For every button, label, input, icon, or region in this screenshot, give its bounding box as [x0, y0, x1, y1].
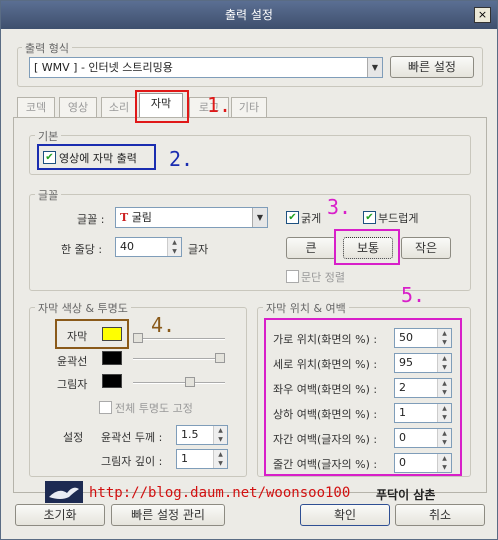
settings-label: 설정: [63, 431, 84, 444]
spin-down-icon[interactable]: ▼: [214, 459, 227, 468]
spin-up-icon[interactable]: ▲: [168, 238, 181, 247]
close-button[interactable]: ×: [474, 7, 491, 23]
all-opacity-label: 전체 투명도 고정: [115, 402, 193, 415]
bold-checkbox[interactable]: ✔: [286, 211, 299, 224]
shadow-depth-label: 그림자 깊이 :: [101, 455, 163, 468]
chevron-down-icon[interactable]: ▼: [367, 58, 382, 77]
cancel-button[interactable]: 취소: [395, 504, 485, 526]
shadow-depth-input[interactable]: 1 ▲ ▼: [176, 449, 228, 469]
tab-etc[interactable]: 기타: [231, 97, 267, 117]
ok-button[interactable]: 확인: [300, 504, 390, 526]
highlight-box-3: [334, 229, 400, 265]
subtitle-opacity-slider[interactable]: [133, 338, 225, 340]
output-format-title: 출력 형식: [22, 40, 72, 56]
watermark-name: 푸닥이 삼촌: [376, 488, 436, 502]
smooth-checkbox[interactable]: ✔: [363, 211, 376, 224]
outline-thickness-input[interactable]: 1.5 ▲ ▼: [176, 425, 228, 445]
output-settings-dialog: 출력 설정 × 출력 형식 [ WMV ] - 인터넷 스트리밍용 ▼ 빠른 설…: [0, 0, 498, 540]
shadow-color-label: 그림자: [57, 378, 88, 391]
reset-button[interactable]: 초기화: [15, 504, 105, 526]
spin-down-icon[interactable]: ▼: [168, 247, 181, 256]
watermark-url: http://blog.daum.net/woonsoo100: [89, 485, 351, 501]
spin-buttons[interactable]: ▲ ▼: [213, 426, 227, 444]
outline-opacity-thumb[interactable]: [215, 353, 225, 363]
outline-color-label: 윤곽선: [57, 355, 88, 368]
subtitle-opacity-thumb[interactable]: [133, 333, 143, 343]
all-opacity-checkbox[interactable]: [99, 401, 112, 414]
annotation-5: 5.: [401, 283, 426, 307]
font-select[interactable]: T 굴림 ▼: [115, 207, 268, 228]
shadow-color-swatch[interactable]: [102, 374, 122, 388]
color-title: 자막 색상 & 투명도: [35, 300, 131, 316]
annotation-3: 3.: [327, 195, 352, 219]
bold-label: 굵게: [301, 212, 322, 225]
highlight-box-4: [55, 319, 129, 349]
position-title: 자막 위치 & 여백: [263, 300, 349, 316]
chars-per-line-label: 한 줄당 :: [61, 243, 103, 256]
spin-up-icon[interactable]: ▲: [214, 450, 227, 459]
font-label: 글꼴 :: [77, 213, 105, 226]
tab-audio[interactable]: 소리: [101, 97, 137, 117]
highlight-box-5: [264, 318, 462, 476]
quick-settings-button[interactable]: 빠른 설정: [390, 56, 474, 78]
spin-down-icon[interactable]: ▼: [214, 435, 227, 444]
annotation-1: 1.: [207, 93, 232, 117]
spin-up-icon[interactable]: ▲: [214, 426, 227, 435]
spin-buttons[interactable]: ▲ ▼: [167, 238, 181, 256]
annotation-4: 4.: [151, 313, 176, 337]
align-label: 문단 정렬: [301, 271, 345, 284]
chars-per-line-input[interactable]: 40 ▲ ▼: [115, 237, 182, 257]
shadow-opacity-thumb[interactable]: [185, 377, 195, 387]
highlight-box-2: [37, 144, 156, 170]
window-title: 출력 설정: [225, 8, 273, 22]
format-select[interactable]: [ WMV ] - 인터넷 스트리밍용 ▼: [29, 57, 383, 78]
highlight-box-1: [135, 90, 189, 123]
font-title: 글꼴: [35, 187, 62, 203]
font-value: 굴림: [131, 211, 152, 224]
tab-video[interactable]: 영상: [59, 97, 97, 117]
shadow-depth-value: 1: [181, 452, 188, 465]
annotation-2: 2.: [169, 147, 194, 171]
chars-unit-label: 글자: [188, 243, 209, 256]
spin-buttons[interactable]: ▲ ▼: [213, 450, 227, 468]
outline-color-swatch[interactable]: [102, 351, 122, 365]
watermark-bird-icon: [45, 481, 83, 503]
tab-codec[interactable]: 코덱: [17, 97, 55, 117]
basic-title: 기본: [35, 128, 62, 144]
chevron-down-icon[interactable]: ▼: [252, 208, 267, 227]
outline-thickness-value: 1.5: [181, 428, 199, 441]
outline-opacity-slider[interactable]: [133, 358, 225, 360]
format-value: [ WMV ] - 인터넷 스트리밍용: [34, 61, 173, 74]
shadow-opacity-slider[interactable]: [133, 382, 225, 384]
size-large-button[interactable]: 큰: [286, 237, 336, 259]
chars-per-line-value: 40: [120, 240, 134, 253]
size-small-button[interactable]: 작은: [401, 237, 451, 259]
outline-thickness-label: 윤곽선 두께 :: [101, 431, 163, 444]
truetype-icon: T: [120, 211, 129, 224]
title-bar: 출력 설정 ×: [1, 1, 497, 29]
quick-settings-manage-button[interactable]: 빠른 설정 관리: [111, 504, 225, 526]
smooth-label: 부드럽게: [378, 212, 419, 225]
align-checkbox[interactable]: [286, 270, 299, 283]
